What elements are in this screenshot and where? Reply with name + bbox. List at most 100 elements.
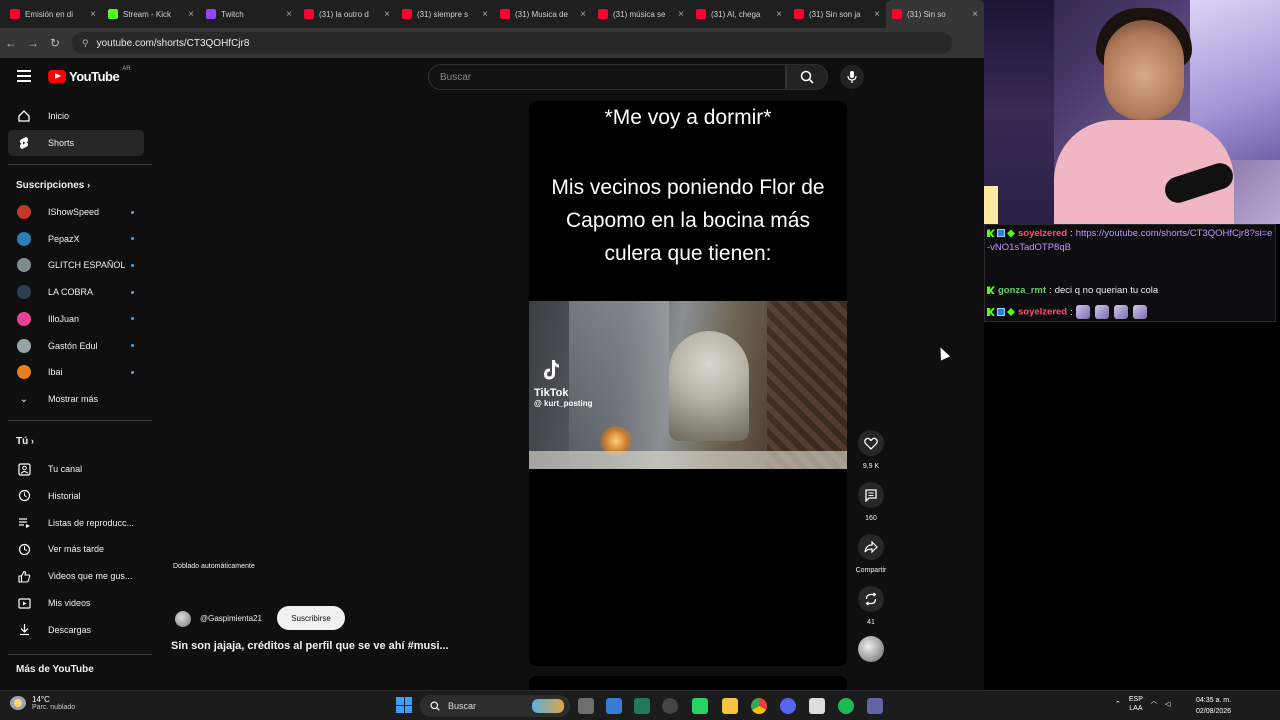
sidebar-item-inicio[interactable]: Inicio bbox=[8, 103, 144, 129]
comments-button[interactable] bbox=[858, 482, 884, 508]
close-icon[interactable]: × bbox=[776, 9, 782, 20]
channel-avatar[interactable] bbox=[175, 611, 191, 627]
browser-tab[interactable]: (31) la outro d × bbox=[298, 0, 396, 28]
browser-tab[interactable]: (31) siempre s × bbox=[396, 0, 494, 28]
app-icon[interactable] bbox=[634, 698, 650, 714]
browser-tab[interactable]: Twitch × bbox=[200, 0, 298, 28]
sidebar-item-like[interactable]: Videos que me gus... bbox=[8, 563, 144, 589]
address-url: youtube.com/shorts/CT3QOHfCjr8 bbox=[96, 37, 250, 49]
kick-badge-icon bbox=[987, 308, 995, 316]
sidebar-item-subscription[interactable]: PepazX bbox=[8, 226, 144, 252]
like-button[interactable] bbox=[858, 430, 884, 456]
reload-icon[interactable]: ↻ bbox=[44, 36, 66, 50]
file-explorer-icon[interactable] bbox=[722, 698, 738, 714]
short-video-player[interactable]: *Me voy a dormir* Mis vecinos poniendo F… bbox=[529, 101, 847, 666]
you-heading[interactable]: Tú › bbox=[16, 436, 34, 447]
chat-separator: : bbox=[1049, 285, 1052, 296]
whatsapp-icon[interactable] bbox=[692, 698, 708, 714]
menu-icon[interactable] bbox=[17, 70, 31, 82]
sidebar-item-label: Inicio bbox=[48, 111, 70, 121]
sidebar-item-label: Ver más tarde bbox=[48, 544, 105, 555]
share-button[interactable] bbox=[858, 534, 884, 560]
sound-avatar[interactable] bbox=[858, 636, 884, 662]
browser-tab[interactable]: (31) Musica de × bbox=[494, 0, 592, 28]
teams-icon[interactable] bbox=[867, 698, 883, 714]
chat-username[interactable]: soyelzered bbox=[1018, 307, 1067, 318]
sidebar-item-label: Historial bbox=[48, 490, 81, 501]
chat-username[interactable]: gonza_rmt bbox=[998, 285, 1046, 296]
sidebar-item-label: Listas de reproducc... bbox=[48, 517, 135, 528]
site-info-icon[interactable]: ⚲ bbox=[82, 38, 89, 49]
close-icon[interactable]: × bbox=[874, 9, 880, 20]
subscriptions-heading[interactable]: Suscripciones › bbox=[16, 180, 90, 191]
weather-widget[interactable]: 14°C Parc. nublado bbox=[10, 695, 75, 711]
voice-search-button[interactable] bbox=[840, 65, 864, 89]
sidebar-item-label: Ibai bbox=[48, 367, 63, 378]
store-icon[interactable] bbox=[809, 698, 825, 714]
volume-icon: ◁ bbox=[1165, 701, 1171, 708]
spotify-icon[interactable] bbox=[838, 698, 854, 714]
browser-tab[interactable]: (31) Sin son ja × bbox=[788, 0, 886, 28]
back-icon[interactable]: ← bbox=[0, 36, 22, 50]
windows-start-icon[interactable] bbox=[396, 697, 412, 713]
close-icon[interactable]: × bbox=[188, 9, 194, 20]
close-icon[interactable]: × bbox=[90, 9, 96, 20]
channel-handle[interactable]: @Gaspimienta21 bbox=[200, 614, 262, 623]
sidebar-item-download[interactable]: Descargas bbox=[8, 617, 144, 643]
chat-message: soyelzered: bbox=[985, 305, 1275, 320]
address-bar[interactable]: ⚲ youtube.com/shorts/CT3QOHfCjr8 bbox=[72, 32, 952, 54]
microphone-icon bbox=[847, 71, 857, 83]
subscribe-button[interactable]: Suscribirse bbox=[277, 606, 345, 630]
sidebar-item-channel[interactable]: Tu canal bbox=[8, 456, 144, 482]
chevron-up-icon: ⌃ bbox=[1115, 701, 1121, 708]
sidebar-item-subscription[interactable]: Gastón Edul bbox=[8, 333, 144, 359]
sidebar-item-shorts[interactable]: Shorts bbox=[8, 130, 144, 156]
sidebar-item-subscription[interactable]: LA COBRA bbox=[8, 279, 144, 305]
sidebar-divider bbox=[8, 420, 152, 421]
browser-tab[interactable]: Stream - Kick × bbox=[102, 0, 200, 28]
close-icon[interactable]: × bbox=[482, 9, 488, 20]
close-icon[interactable]: × bbox=[580, 9, 586, 20]
show-more-button[interactable]: ⌄ Mostrar más bbox=[8, 386, 144, 412]
chrome-icon[interactable] bbox=[751, 698, 767, 714]
short-title[interactable]: Sin son jajaja, créditos al perfil que s… bbox=[171, 640, 449, 652]
remix-icon bbox=[865, 592, 877, 606]
sidebar-item-label: Mis videos bbox=[48, 598, 91, 608]
widgets-icon[interactable] bbox=[606, 698, 622, 714]
close-icon[interactable]: × bbox=[384, 9, 390, 20]
sidebar-item-subscription[interactable]: IlloJuan bbox=[8, 306, 144, 332]
app-icon[interactable] bbox=[662, 698, 678, 714]
forward-icon[interactable]: → bbox=[22, 36, 44, 50]
system-tray[interactable]: ⌃ ESP LAA ◠ ◁ bbox=[1115, 695, 1170, 713]
task-view-icon[interactable] bbox=[578, 698, 594, 714]
taskbar-search[interactable]: Buscar bbox=[420, 695, 570, 717]
tab-title: Emisión en di bbox=[25, 9, 74, 19]
discord-icon[interactable] bbox=[780, 698, 796, 714]
close-icon[interactable]: × bbox=[678, 9, 684, 20]
sidebar-item-subscription[interactable]: Ibai bbox=[8, 359, 144, 385]
gem-badge-icon bbox=[1007, 229, 1015, 238]
browser-tab[interactable]: (31) Sin so × bbox=[886, 0, 984, 28]
sidebar-item-subscription[interactable]: IShowSpeed bbox=[8, 199, 144, 225]
search-button[interactable] bbox=[786, 64, 828, 90]
chat-username[interactable]: soyelzered bbox=[1018, 228, 1067, 239]
browser-tab[interactable]: Emisión en di × bbox=[4, 0, 102, 28]
close-icon[interactable]: × bbox=[972, 9, 978, 20]
sidebar-item-video[interactable]: Mis videos bbox=[8, 590, 144, 616]
sidebar-item-history[interactable]: Historial bbox=[8, 483, 144, 509]
sidebar-item-subscription[interactable]: GLITCH ESPAÑOL bbox=[8, 252, 144, 278]
tab-title: (31) la outro d bbox=[319, 9, 369, 19]
browser-tab[interactable]: (31) Al, chega × bbox=[690, 0, 788, 28]
clock[interactable]: 04:35 a. m. 02/08/2026 bbox=[1196, 695, 1231, 717]
sidebar-item-clock[interactable]: Ver más tarde bbox=[8, 536, 144, 562]
youtube-logo[interactable]: YouTube AR bbox=[48, 66, 131, 84]
new-content-dot bbox=[131, 344, 134, 347]
tab-favicon-icon bbox=[892, 9, 902, 19]
playlist-icon bbox=[16, 516, 32, 529]
search-input[interactable]: Buscar bbox=[428, 64, 786, 90]
next-short-preview[interactable] bbox=[529, 676, 847, 690]
sidebar-item-playlist[interactable]: Listas de reproducc... bbox=[8, 510, 144, 536]
remix-button[interactable] bbox=[858, 586, 884, 612]
browser-tab[interactable]: (31) música se × bbox=[592, 0, 690, 28]
close-icon[interactable]: × bbox=[286, 9, 292, 20]
